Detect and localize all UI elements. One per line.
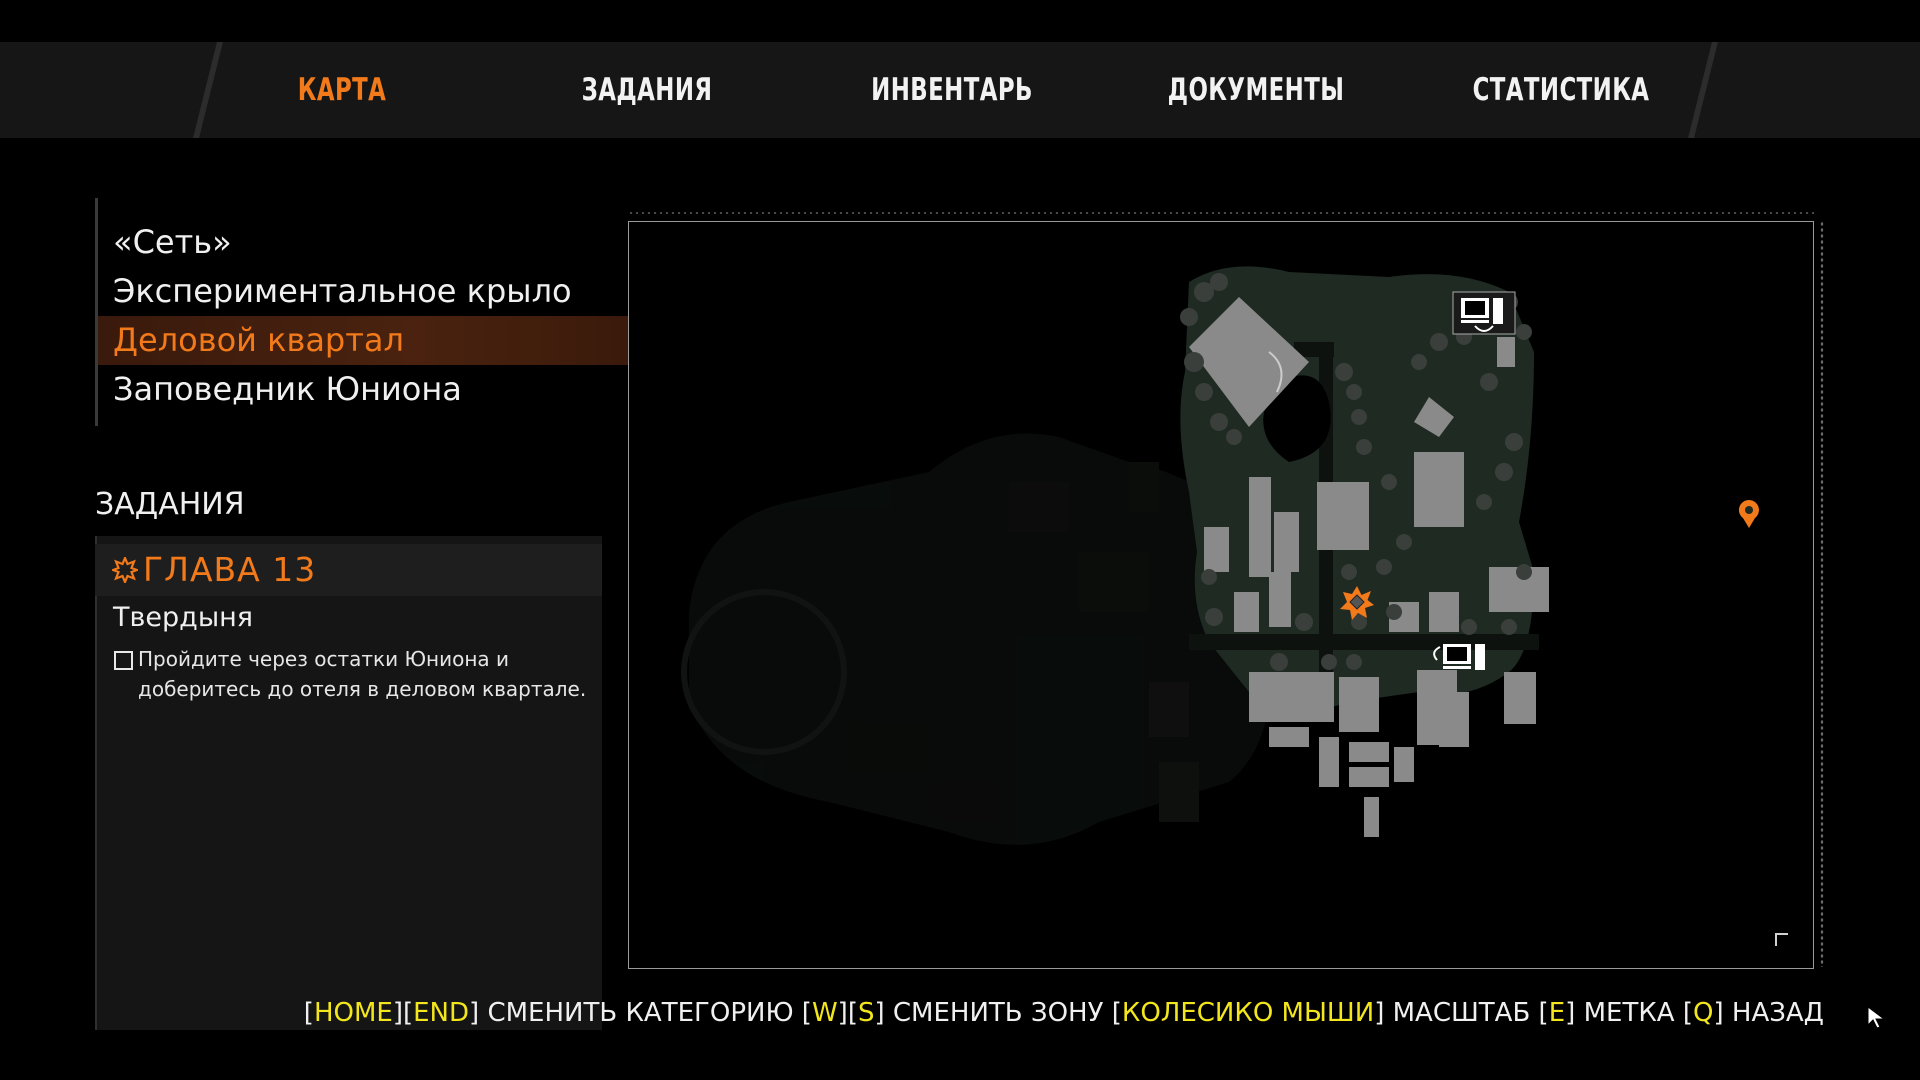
map-view[interactable] (628, 221, 1814, 969)
quest-panel: ГЛАВА 13 Твердыня Пройдите через остатки… (95, 536, 602, 1030)
objective-text: Пройдите через остатки Юниона и доберите… (138, 647, 587, 701)
map-frame-ticks-top (628, 211, 1818, 215)
hint-back: НАЗАД (1731, 998, 1824, 1028)
computer-terminal-icon (1452, 291, 1516, 335)
zone-item-network[interactable]: «Сеть» (98, 218, 628, 267)
hint-mark: МЕТКА (1583, 998, 1675, 1028)
hint-zoom: МАСШТАБ (1392, 998, 1531, 1028)
control-hints: [HOME][END] СМЕНИТЬ КАТЕГОРИЮ [W][S] СМЕ… (303, 998, 1824, 1028)
map-canvas (681, 266, 1759, 845)
objective-checkbox[interactable] (114, 651, 133, 670)
key-s: S (857, 998, 875, 1028)
zone-item-union-reserve[interactable]: Заповедник Юниона (98, 365, 628, 414)
quests-heading: ЗАДАНИЯ (95, 487, 245, 522)
hint-change-zone: СМЕНИТЬ ЗОНУ (892, 998, 1104, 1028)
quest-name: Твердыня (113, 602, 254, 633)
quest-chapter-row[interactable]: ГЛАВА 13 (95, 544, 602, 596)
key-mouse-wheel: КОЛЕСИКО МЫШИ (1121, 998, 1375, 1028)
key-end: END (413, 998, 470, 1028)
key-home: HOME (313, 998, 393, 1028)
map-zoom-corner (1775, 933, 1788, 946)
tab-map[interactable]: КАРТА (298, 42, 387, 138)
tab-inventory[interactable]: ИНВЕНТАРЬ (871, 42, 1033, 138)
map-frame-ticks-right (1820, 221, 1824, 967)
pause-menu: КАРТА ЗАДАНИЯ ИНВЕНТАРЬ ДОКУМЕНТЫ СТАТИС… (0, 0, 1920, 1080)
tab-strip: КАРТА ЗАДАНИЯ ИНВЕНТАРЬ ДОКУМЕНТЫ СТАТИС… (0, 42, 1920, 138)
zone-item-experimental-wing[interactable]: Экспериментальное крыло (98, 267, 628, 316)
zone-list: «Сеть» Экспериментальное крыло Деловой к… (98, 218, 628, 414)
zone-item-business-district[interactable]: Деловой квартал (98, 316, 628, 365)
key-q: Q (1693, 998, 1714, 1028)
chapter-star-icon (112, 557, 138, 583)
chapter-label: ГЛАВА 13 (143, 550, 317, 589)
mouse-cursor-icon (1867, 1006, 1886, 1029)
hint-change-category: СМЕНИТЬ КАТЕГОРИЮ (487, 998, 794, 1028)
key-e: E (1548, 998, 1566, 1028)
tab-statistics[interactable]: СТАТИСТИКА (1473, 42, 1650, 138)
location-pin-icon (1738, 500, 1759, 528)
quest-panel-edge (95, 536, 97, 1030)
key-w: W (811, 998, 838, 1028)
faded-district (681, 433, 1271, 845)
tab-quests[interactable]: ЗАДАНИЯ (582, 42, 713, 138)
tab-documents[interactable]: ДОКУМЕНТЫ (1168, 42, 1345, 138)
